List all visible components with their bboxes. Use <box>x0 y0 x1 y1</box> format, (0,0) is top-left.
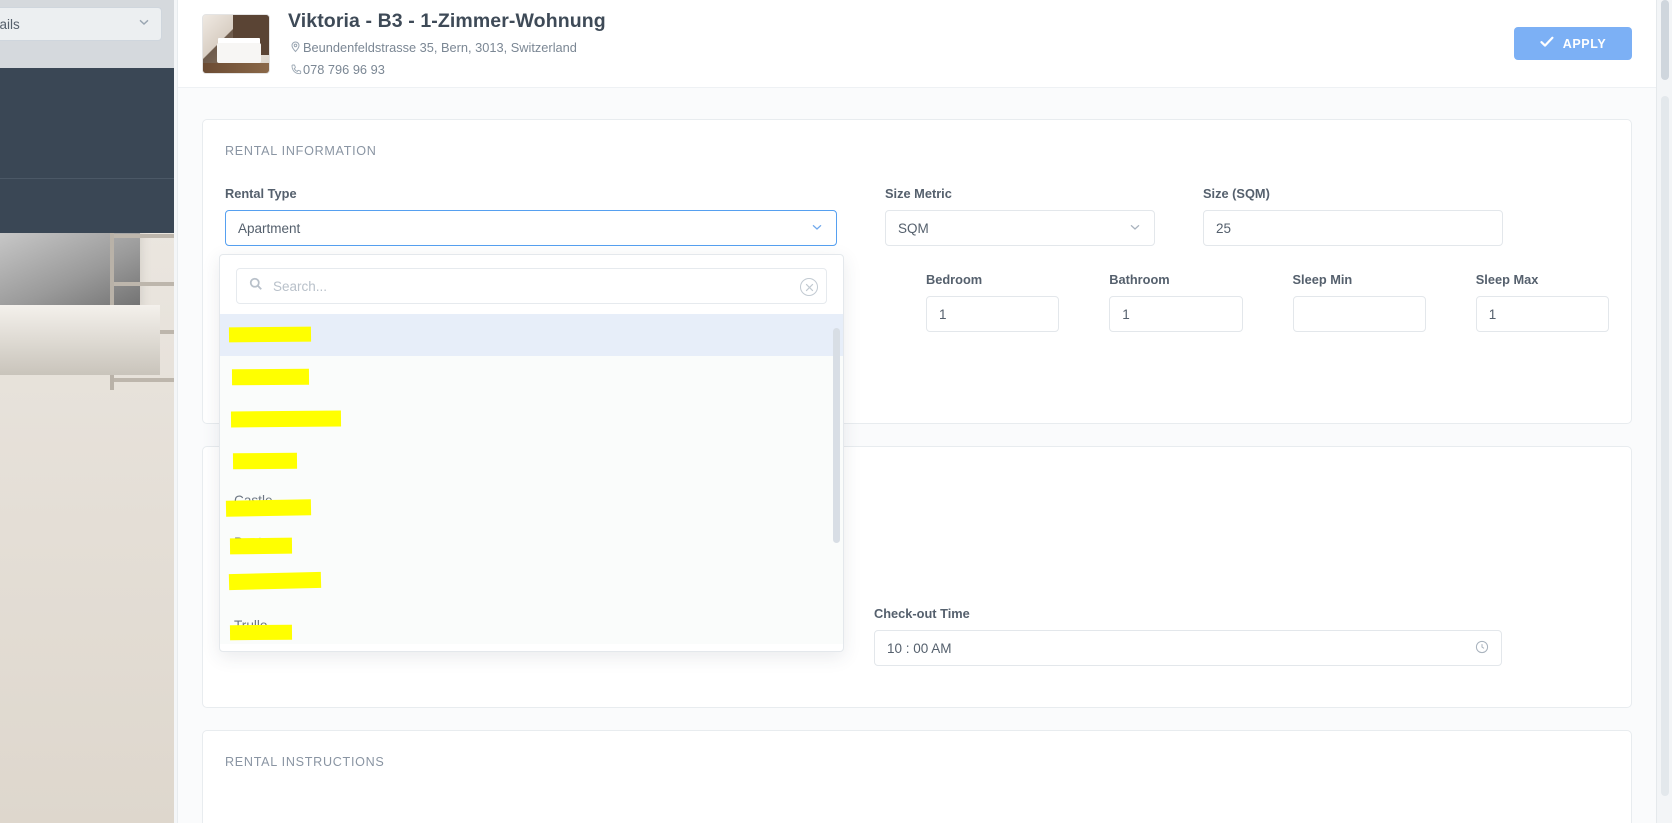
rental-information-title: RENTAL INFORMATION <box>225 144 377 158</box>
dropdown-option-apartment[interactable]: Apartment <box>220 314 843 356</box>
size-metric-value: SQM <box>898 220 929 236</box>
dropdown-scrollbar[interactable] <box>833 328 840 543</box>
page-title: Viktoria - B3 - 1-Zimmer-Wohnung <box>288 10 606 32</box>
property-address-row: Beundenfeldstrasse 35, Bern, 3013, Switz… <box>288 40 606 55</box>
rental-details-select-label: ntal Details <box>0 16 20 32</box>
sleep-min-group: Sleep Min <box>1292 272 1426 332</box>
rental-type-group: Rental Type Apartment <box>225 186 837 246</box>
dropdown-option-private-room[interactable]: Private Room <box>220 397 843 439</box>
sleep-min-label: Sleep Min <box>1292 272 1353 287</box>
page-scrollbar-thumb[interactable] <box>1661 0 1669 80</box>
bathroom-value: 1 <box>1122 306 1130 322</box>
dropdown-option-list[interactable]: Apartment Studio Private Room Cottage Ca… <box>220 314 843 644</box>
size-metric-group: Size Metric SQM <box>885 186 1155 246</box>
bedroom-value: 1 <box>939 306 947 322</box>
rental-instructions-card: RENTAL INSTRUCTIONS <box>202 730 1632 823</box>
location-pin-icon <box>288 41 303 54</box>
clear-circle-icon[interactable] <box>800 278 818 296</box>
panel-divider <box>0 178 174 179</box>
dropdown-search-row: Search... <box>220 255 843 314</box>
dropdown-option-label: Studio <box>234 368 273 384</box>
app-screen: ntal Details Viktoria - B3 - 1-Zimmer-Wo… <box>0 0 1672 823</box>
sleep-min-input[interactable] <box>1292 296 1426 332</box>
chevron-down-icon <box>1128 220 1142 237</box>
dropdown-option-farmhouse[interactable]: Farmhouse <box>220 563 843 605</box>
property-phone-row: 078 796 96 93 <box>288 62 606 77</box>
rental-type-label: Rental Type <box>225 186 297 201</box>
size-metric-label: Size Metric <box>885 186 952 201</box>
dropdown-option-studio[interactable]: Studio <box>220 356 843 398</box>
checkout-time-label: Check-out Time <box>874 606 970 621</box>
property-thumbnail <box>202 13 270 74</box>
bedroom-group: Bedroom 1 <box>926 272 1060 332</box>
page-scrollbar-track[interactable] <box>1661 96 1669 796</box>
dropdown-option-label: Cottage <box>234 451 282 467</box>
bathroom-label: Bathroom <box>1109 272 1170 287</box>
search-icon <box>249 277 263 296</box>
phone-icon <box>288 64 303 76</box>
dropdown-search-input[interactable]: Search... <box>236 268 827 304</box>
dropdown-option-castle[interactable]: Castle <box>220 480 843 522</box>
bathroom-group: Bathroom 1 <box>1109 272 1243 332</box>
rental-type-select[interactable]: Apartment <box>225 210 837 246</box>
left-dark-panel <box>0 68 174 233</box>
dropdown-option-cottage[interactable]: Cottage <box>220 439 843 481</box>
size-sqm-label: Size (SQM) <box>1203 186 1270 201</box>
bathroom-input[interactable]: 1 <box>1109 296 1243 332</box>
rental-type-dropdown-panel: Search... Apartment Studio Private Room … <box>219 254 844 652</box>
apply-button[interactable]: APPLY <box>1514 27 1632 60</box>
size-metric-select[interactable]: SQM <box>885 210 1155 246</box>
property-address: Beundenfeldstrasse 35, Bern, 3013, Switz… <box>303 40 577 55</box>
size-sqm-value: 25 <box>1216 220 1232 236</box>
rental-details-select[interactable]: ntal Details <box>0 7 162 41</box>
dropdown-option-label: Apartment <box>234 327 297 343</box>
apply-button-label: APPLY <box>1562 36 1607 51</box>
clock-icon <box>1475 640 1489 657</box>
dropdown-option-trullo[interactable]: Trullo <box>220 605 843 647</box>
rental-info-row-1: Rental Type Apartment Size Metric SQM Si… <box>225 186 1609 246</box>
rental-instructions-title: RENTAL INSTRUCTIONS <box>225 755 385 769</box>
dropdown-option-boat[interactable]: Boat <box>220 522 843 564</box>
sleep-max-group: Sleep Max 1 <box>1475 272 1609 332</box>
bedroom-label: Bedroom <box>926 272 983 287</box>
bedroom-input[interactable]: 1 <box>926 296 1060 332</box>
dropdown-option-label: Castle <box>234 493 273 509</box>
dropdown-option-label: Private Room <box>234 410 317 426</box>
dropdown-option-label: Farmhouse <box>234 576 303 592</box>
rental-type-value: Apartment <box>238 220 301 236</box>
sleep-max-label: Sleep Max <box>1475 272 1539 287</box>
sleep-max-value: 1 <box>1488 306 1497 322</box>
chevron-down-icon <box>810 220 824 237</box>
chevron-down-icon <box>137 15 151 34</box>
size-sqm-input[interactable]: 25 <box>1203 210 1503 246</box>
property-phone: 078 796 96 93 <box>303 62 385 77</box>
size-sqm-group: Size (SQM) 25 <box>1203 186 1503 246</box>
checkout-time-input[interactable]: 10 : 00 AM <box>874 630 1502 666</box>
sleep-max-input[interactable]: 1 <box>1475 296 1609 332</box>
dropdown-option-label: Trullo <box>234 617 268 633</box>
check-icon <box>1540 36 1554 51</box>
page-header: Viktoria - B3 - 1-Zimmer-Wohnung Beunden… <box>178 0 1656 88</box>
dropdown-search-placeholder: Search... <box>273 278 328 294</box>
page-scrollbar[interactable] <box>1656 0 1672 823</box>
checkout-time-value: 10 : 00 AM <box>887 640 952 656</box>
dropdown-option-label: Boat <box>234 534 262 550</box>
checkout-time-group: Check-out Time 10 : 00 AM <box>874 606 1502 666</box>
